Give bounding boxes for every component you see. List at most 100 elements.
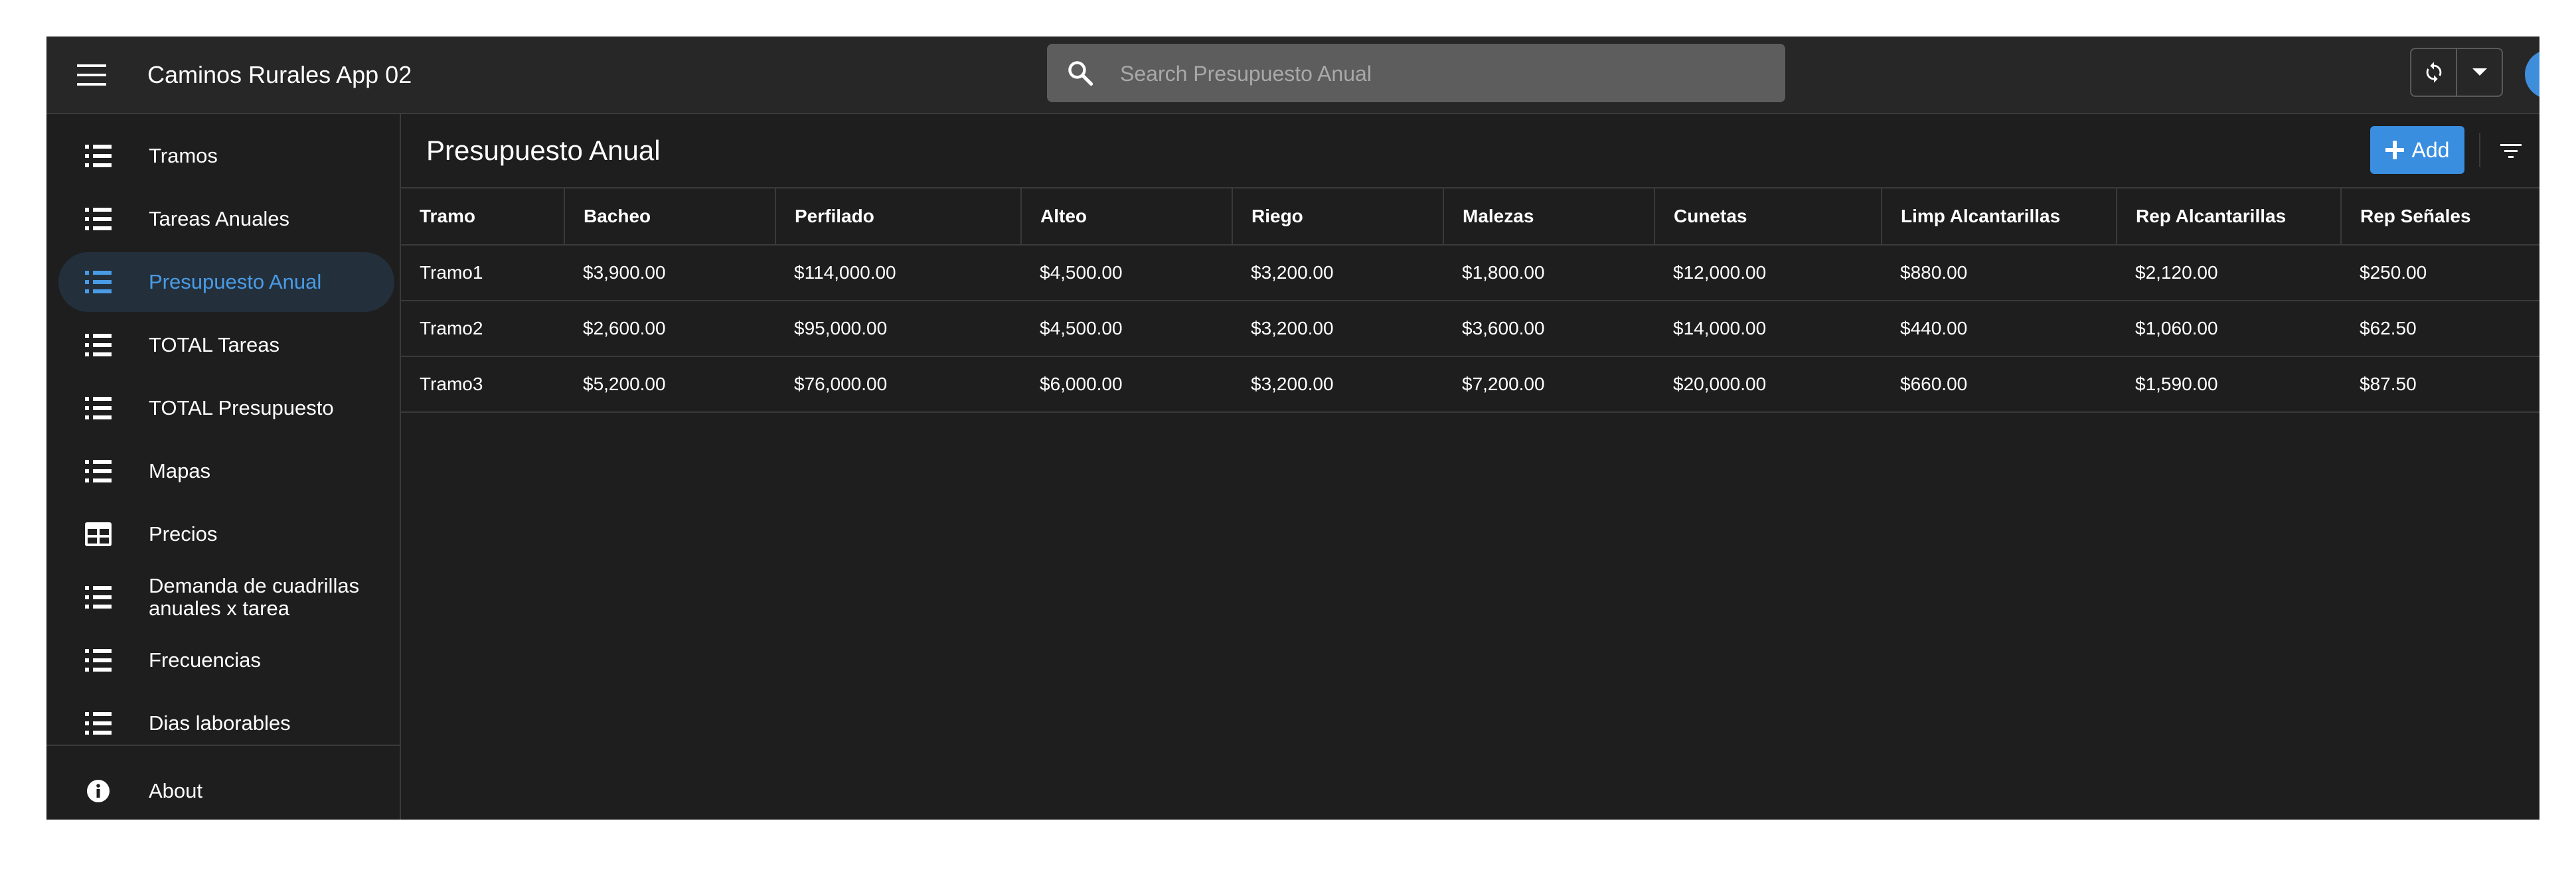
sidebar-item-label: Tareas Anuales <box>149 207 289 230</box>
sidebar-item-label: Frecuencias <box>149 648 261 672</box>
column-header[interactable]: Riego <box>1232 187 1443 246</box>
caret-down-icon <box>2472 68 2487 76</box>
add-button-label: Add <box>2411 137 2450 162</box>
table-icon <box>85 522 112 546</box>
list-icon <box>85 334 112 356</box>
list-icon <box>85 271 112 293</box>
sync-button-group <box>2410 48 2503 97</box>
table-cell: $660.00 <box>1882 356 2117 413</box>
app-title: Caminos Rurales App 02 <box>147 61 412 88</box>
table-cell: $6,000.00 <box>1021 356 1232 413</box>
table-cell: $12,000.00 <box>1654 245 1882 301</box>
table-cell: Tramo3 <box>401 356 564 413</box>
app-window: Caminos Rurales App 02 Search Presupuest… <box>46 36 2539 820</box>
table-cell: $4,500.00 <box>1021 301 1232 357</box>
sidebar-item-label: Tramos <box>149 144 218 167</box>
sidebar-item-label: Precios <box>149 522 218 546</box>
column-header[interactable]: Malezas <box>1443 187 1654 246</box>
column-header[interactable]: Rep Señales <box>2340 187 2539 246</box>
column-header[interactable]: Alteo <box>1020 187 1232 246</box>
table-cell: $880.00 <box>1882 245 2117 301</box>
table-cell: $14,000.00 <box>1654 301 1882 357</box>
sidebar-item-label: Demanda de cuadrillas anuales x tarea <box>149 574 360 620</box>
table-cell: $95,000.00 <box>775 301 1021 357</box>
column-header[interactable]: Rep Alcantarillas <box>2116 187 2341 246</box>
sidebar-item-tareas-anuales[interactable]: Tareas Anuales <box>58 189 394 249</box>
user-avatar[interactable] <box>2525 50 2539 99</box>
column-header[interactable]: Cunetas <box>1654 187 1882 246</box>
sidebar-item-demanda-de-cuadrillas[interactable]: Demanda de cuadrillas anuales x tarea <box>58 567 394 627</box>
column-header[interactable]: Perfilado <box>775 187 1021 246</box>
table-cell: $114,000.00 <box>775 245 1021 301</box>
table-cell: $3,200.00 <box>1232 356 1443 413</box>
plus-icon <box>2385 141 2404 159</box>
sidebar-item-label: TOTAL Presupuesto <box>149 396 334 419</box>
sidebar-item-tramos[interactable]: Tramos <box>58 126 394 186</box>
table-cell: $2,120.00 <box>2117 245 2341 301</box>
sidebar-item-precios[interactable]: Precios <box>58 504 394 564</box>
sync-icon <box>2426 62 2441 83</box>
table-cell: $1,800.00 <box>1443 245 1654 301</box>
sidebar-item-label: Mapas <box>149 459 211 482</box>
table-cell: $1,590.00 <box>2117 356 2341 413</box>
table-row[interactable]: Tramo3 $5,200.00 $76,000.00 $6,000.00 $3… <box>401 356 2539 413</box>
table-row[interactable]: Tramo2 $2,600.00 $95,000.00 $4,500.00 $3… <box>401 301 2539 357</box>
table-cell: Tramo2 <box>401 301 564 357</box>
sidebar-item-frecuencias[interactable]: Frecuencias <box>58 630 394 690</box>
main-content: Presupuesto Anual Add Tramo Bacheo Perfi… <box>401 114 2539 820</box>
page-title: Presupuesto Anual <box>426 135 661 166</box>
table-cell: $20,000.00 <box>1654 356 1882 413</box>
sidebar-item-total-presupuesto[interactable]: TOTAL Presupuesto <box>58 378 394 438</box>
top-app-bar: Caminos Rurales App 02 <box>46 36 2539 114</box>
list-icon <box>85 649 112 672</box>
add-button[interactable]: Add <box>2370 126 2464 174</box>
sidebar-item-total-tareas[interactable]: TOTAL Tareas <box>58 315 394 375</box>
sidebar-nav: Tramos Tareas Anuales Presupuesto Anual … <box>46 114 401 820</box>
sidebar-divider <box>46 745 400 746</box>
filter-button[interactable] <box>2492 133 2530 170</box>
table-cell: $3,900.00 <box>564 245 775 301</box>
toolbar-divider <box>2479 133 2480 167</box>
list-icon <box>85 460 112 482</box>
list-icon <box>85 145 112 167</box>
table-cell: $250.00 <box>2341 245 2539 301</box>
table-cell: $5,200.00 <box>564 356 775 413</box>
table-header-row: Tramo Bacheo Perfilado Alteo Riego Malez… <box>401 187 2539 246</box>
table-cell: $4,500.00 <box>1021 245 1232 301</box>
filter-icon <box>2500 144 2522 158</box>
column-header[interactable]: Limp Alcantarillas <box>1881 187 2117 246</box>
table-cell: $1,060.00 <box>2117 301 2341 357</box>
sidebar-item-label: About <box>149 779 203 802</box>
table-cell: $76,000.00 <box>775 356 1021 413</box>
table-row[interactable]: Tramo1 $3,900.00 $114,000.00 $4,500.00 $… <box>401 245 2539 301</box>
sidebar-item-label: TOTAL Tareas <box>149 333 280 356</box>
table-cell: $62.50 <box>2341 301 2539 357</box>
table-cell: $3,200.00 <box>1232 245 1443 301</box>
list-icon <box>85 586 112 609</box>
search-bar[interactable] <box>1047 44 1785 104</box>
table-cell: $87.50 <box>2341 356 2539 413</box>
data-table: Tramo Bacheo Perfilado Alteo Riego Malez… <box>401 187 2539 413</box>
sidebar-item-presupuesto-anual[interactable]: Presupuesto Anual <box>58 252 394 312</box>
column-header[interactable]: Tramo <box>401 187 564 246</box>
menu-button[interactable] <box>73 56 110 94</box>
sidebar-item-mapas[interactable]: Mapas <box>58 441 394 501</box>
table-cell: Tramo1 <box>401 245 564 301</box>
table-cell: $3,200.00 <box>1232 301 1443 357</box>
list-icon <box>85 712 112 735</box>
info-icon <box>87 780 110 802</box>
search-input[interactable] <box>1119 44 1759 104</box>
table-cell: $3,600.00 <box>1443 301 1654 357</box>
table-cell: $7,200.00 <box>1443 356 1654 413</box>
table-cell: $440.00 <box>1882 301 2117 357</box>
hamburger-menu-icon <box>77 64 106 86</box>
list-icon <box>85 397 112 419</box>
sidebar-item-about[interactable]: About <box>58 761 394 820</box>
column-header[interactable]: Bacheo <box>564 187 775 246</box>
sync-options-dropdown[interactable] <box>2456 49 2502 96</box>
search-icon <box>1068 61 1093 86</box>
table-cell: $2,600.00 <box>564 301 775 357</box>
sidebar-item-label: Presupuesto Anual <box>149 270 322 293</box>
sync-button[interactable] <box>2411 49 2456 96</box>
list-icon <box>85 208 112 230</box>
